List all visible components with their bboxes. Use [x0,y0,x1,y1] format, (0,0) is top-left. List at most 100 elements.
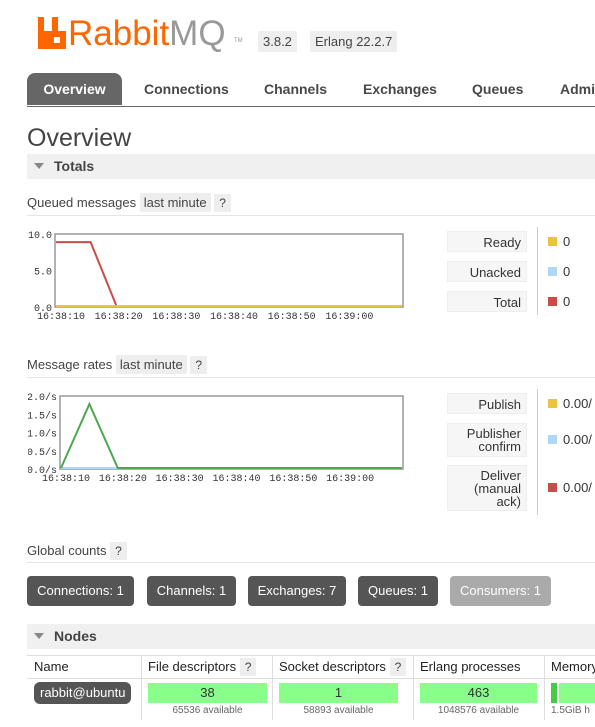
main-tabs: Overview Connections Channels Exchanges … [27,73,595,107]
legend-publish-swatch [548,399,557,408]
x-tick-label: 16:38:40 [212,474,260,485]
x-tick-label: 16:38:50 [268,312,316,323]
nodes-title: Nodes [54,628,97,644]
x-tick-label: 16:39:00 [326,474,374,485]
fd-available: 65536 available [172,705,243,716]
legend-deliver-swatch [548,483,557,492]
totals-section-toggle[interactable]: Totals [27,154,595,179]
sd-available: 58893 available [303,705,374,716]
legend-ready-label: Ready [447,231,527,252]
legend-unacked-swatch [548,267,557,276]
legend-publisher-confirm-swatch [548,435,557,444]
legend-publisher-confirm-label: Publisher confirm [447,423,527,457]
y-tick-label: 10.0 [28,231,52,242]
global-counts-label: Global counts [27,543,107,558]
tab-exchanges[interactable]: Exchanges [363,73,437,105]
ep-available: 1048576 available [437,705,520,716]
x-tick-label: 16:38:20 [99,474,147,485]
x-tick-label: 16:38:30 [152,312,200,323]
plot-frame [59,395,404,470]
message-rates-chart: 2.0/s1.5/s1.0/s0.5/s0.0/s16:38:10 16:38:2… [28,392,404,485]
queued-messages-label: Queued messages [27,195,137,210]
y-tick-label: 1.0/s [28,429,57,441]
legend-publish-value: 0.00/ [563,396,592,411]
memory-bar [551,683,595,703]
connections-count-button[interactable]: Connections: 1 [27,576,134,606]
legend-total-value: 0 [563,294,571,309]
collapse-triangle-icon [34,633,44,640]
y-tick-label: 1.5/s [28,410,57,422]
rates-help-button[interactable]: ? [190,356,208,374]
y-tick-label: 2.0/s [28,392,57,404]
x-tick-label: 16:38:30 [156,474,204,485]
legend-publisher-confirm-value: 0.00/ [563,432,592,447]
channels-count-button[interactable]: Channels: 1 [147,576,236,606]
legend-deliver-label: Deliver (manual ack) [447,465,527,511]
global-counts-help-button[interactable]: ? [110,542,127,560]
message-rates-header: Message rates last minute ? [27,355,208,374]
sd-bar: 1 [279,683,398,703]
rates-range-selector[interactable]: last minute [115,355,187,374]
rabbitmq-logo[interactable]: RabbitMQ TM [38,14,243,54]
plot-frame [54,233,404,308]
legend-total-label: Total [447,291,527,312]
tab-overview[interactable]: Overview [27,73,122,105]
totals-title: Totals [54,158,95,174]
legend-ready-value: 0 [563,234,571,249]
legend-unacked-label: Unacked [447,261,527,282]
tab-connections[interactable]: Connections [144,73,229,105]
global-counts-header: Global counts ? [27,542,127,560]
tab-channels[interactable]: Channels [264,73,327,105]
memory-available: 1.5GiB h [551,705,590,716]
table-header-border [27,678,595,679]
page-title: Overview [27,124,132,152]
x-tick-label: 16:39:00 [325,312,373,323]
y-tick-label: 0.5/s [28,447,57,459]
logo-text: RabbitMQ [68,14,226,53]
queued-range-selector[interactable]: last minute [139,193,211,212]
queued-messages-chart: 10.05.00.016:38:10 16:38:20 16:38:30 16:38:… [28,231,404,323]
x-tick-label: 16:38:40 [210,312,258,323]
x-tick-label: 16:38:10 [37,312,85,323]
node-name-link[interactable]: rabbit@ubuntu [34,682,132,704]
legend-publish-label: Publish [447,393,527,414]
y-tick-label: 5.0 [34,268,52,279]
queued-messages-header: Queued messages last minute ? [27,193,231,212]
collapse-triangle-icon [34,163,44,170]
consumers-count-button[interactable]: Consumers: 1 [450,576,551,606]
ep-bar: 463 [420,683,537,703]
fd-help-button[interactable]: ? [239,658,257,676]
message-rates-label: Message rates [27,357,113,372]
legend-ready-swatch [548,237,557,246]
legend-unacked-value: 0 [563,264,571,279]
legend-separator [537,389,538,515]
tab-queues[interactable]: Queues [472,73,523,105]
legend-separator [537,227,538,315]
divider [27,215,595,216]
column-divider [141,656,142,720]
divider [27,377,595,378]
column-divider [413,656,414,720]
column-divider [272,656,273,720]
x-tick-label: 16:38:50 [269,474,317,485]
sd-help-button[interactable]: ? [389,658,407,676]
column-socket-descriptors: Socket descriptors ? [279,656,407,678]
queued-help-button[interactable]: ? [214,194,231,212]
x-tick-label: 16:38:10 [42,474,90,485]
rabbit-logo-icon [38,17,66,49]
logo-trademark: TM [234,38,243,44]
legend-total-swatch [548,297,557,306]
exchanges-count-button[interactable]: Exchanges: 7 [248,576,346,606]
queues-count-button[interactable]: Queues: 1 [358,576,438,606]
fd-bar: 38 [148,683,267,703]
erlang-version-badge: Erlang 22.2.7 [310,31,398,52]
column-erlang-processes: Erlang processes [420,659,521,674]
version-badge: 3.8.2 [258,31,297,52]
tab-admin[interactable]: Admi [560,73,595,105]
nodes-section-toggle[interactable]: Nodes [27,624,595,649]
legend-deliver-value: 0.00/ [563,480,592,495]
column-file-descriptors: File descriptors ? [148,656,257,678]
column-memory: Memory [551,659,595,674]
divider [27,562,595,563]
column-name: Name [34,659,69,674]
